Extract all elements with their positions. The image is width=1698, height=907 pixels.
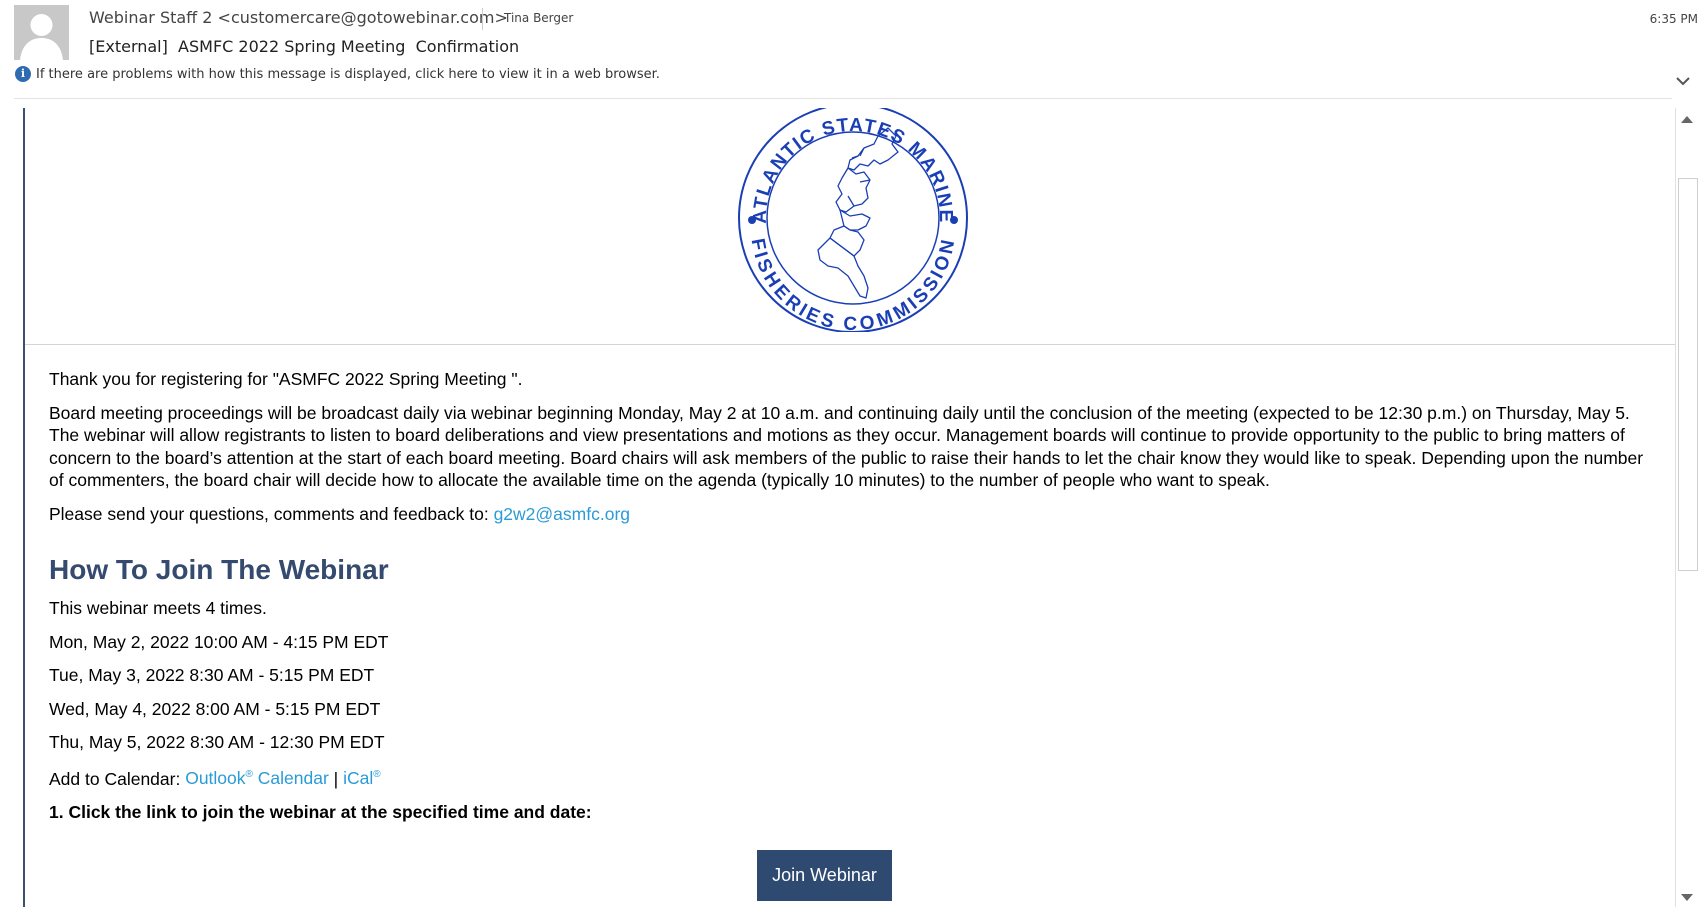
received-time: 6:35 PM xyxy=(1649,12,1698,26)
session-item: Mon, May 2, 2022 10:00 AM - 4:15 PM EDT xyxy=(49,631,389,652)
chevron-down-icon[interactable] xyxy=(1674,74,1692,88)
meeting-description: Board meeting proceedings will be broadc… xyxy=(49,402,1644,491)
ical-text: iCal xyxy=(343,768,374,789)
registered-mark: ® xyxy=(245,769,253,781)
message-body: ATLANTIC STATES MARINE FISHERIES COMMISS… xyxy=(23,108,1675,907)
person-icon xyxy=(20,14,63,60)
header-separator xyxy=(482,8,483,30)
meets-count-text: This webinar meets 4 times. xyxy=(49,598,267,618)
asmfc-logo: ATLANTIC STATES MARINE FISHERIES COMMISS… xyxy=(738,108,968,332)
session-list: This webinar meets 4 times. Mon, May 2, … xyxy=(49,597,1659,790)
join-webinar-button[interactable]: Join Webinar xyxy=(757,850,892,901)
header-divider xyxy=(14,98,1672,99)
feedback-label: Please send your questions, comments and… xyxy=(49,503,494,524)
session-item: Wed, May 4, 2022 8:00 AM - 5:15 PM EDT xyxy=(49,698,381,719)
info-icon: i xyxy=(15,66,31,82)
registered-mark: ® xyxy=(373,769,381,781)
outlook-text: Outlook xyxy=(185,768,246,789)
join-heading: How To Join The Webinar xyxy=(49,554,389,585)
scroll-down-arrow-icon[interactable] xyxy=(1681,894,1693,901)
calendar-word: Calendar xyxy=(252,768,329,789)
message-subject: [External] ASMFC 2022 Spring Meeting Con… xyxy=(89,37,520,56)
sender-avatar xyxy=(14,5,69,60)
ical-link[interactable]: iCal® xyxy=(343,768,381,788)
thank-you-text: Thank you for registering for "ASMFC 202… xyxy=(49,369,523,389)
add-to-calendar-line: Add to Calendar: Outlook® Calendar | iCa… xyxy=(49,765,1659,790)
step-one-instruction: 1. Click the link to join the webinar at… xyxy=(49,801,592,822)
logo-divider xyxy=(25,344,1675,345)
email-content: Thank you for registering for "ASMFC 202… xyxy=(49,368,1659,834)
view-in-browser-notice[interactable]: i If there are problems with how this me… xyxy=(15,66,660,82)
feedback-line: Please send your questions, comments and… xyxy=(49,503,1659,526)
session-item: Thu, May 5, 2022 8:30 AM - 12:30 PM EDT xyxy=(49,732,385,752)
calendar-label: Add to Calendar: xyxy=(49,768,186,789)
scroll-thumb[interactable] xyxy=(1678,178,1698,571)
feedback-email-link[interactable]: g2w2@asmfc.org xyxy=(494,504,630,524)
session-item: Tue, May 3, 2022 8:30 AM - 5:15 PM EDT xyxy=(49,665,375,685)
message-header: Webinar Staff 2 <customercare@gotowebina… xyxy=(0,0,1698,100)
scroll-up-arrow-icon[interactable] xyxy=(1681,116,1693,123)
logo-banner: ATLANTIC STATES MARINE FISHERIES COMMISS… xyxy=(25,108,1675,344)
recipient-name[interactable]: Tina Berger xyxy=(504,11,573,25)
info-notice-text: If there are problems with how this mess… xyxy=(36,66,660,82)
vertical-scrollbar[interactable] xyxy=(1675,108,1698,907)
outlook-calendar-link[interactable]: Outlook® Calendar xyxy=(185,768,329,788)
link-separator: | xyxy=(328,768,344,789)
sender-address[interactable]: Webinar Staff 2 <customercare@gotowebina… xyxy=(89,8,508,27)
